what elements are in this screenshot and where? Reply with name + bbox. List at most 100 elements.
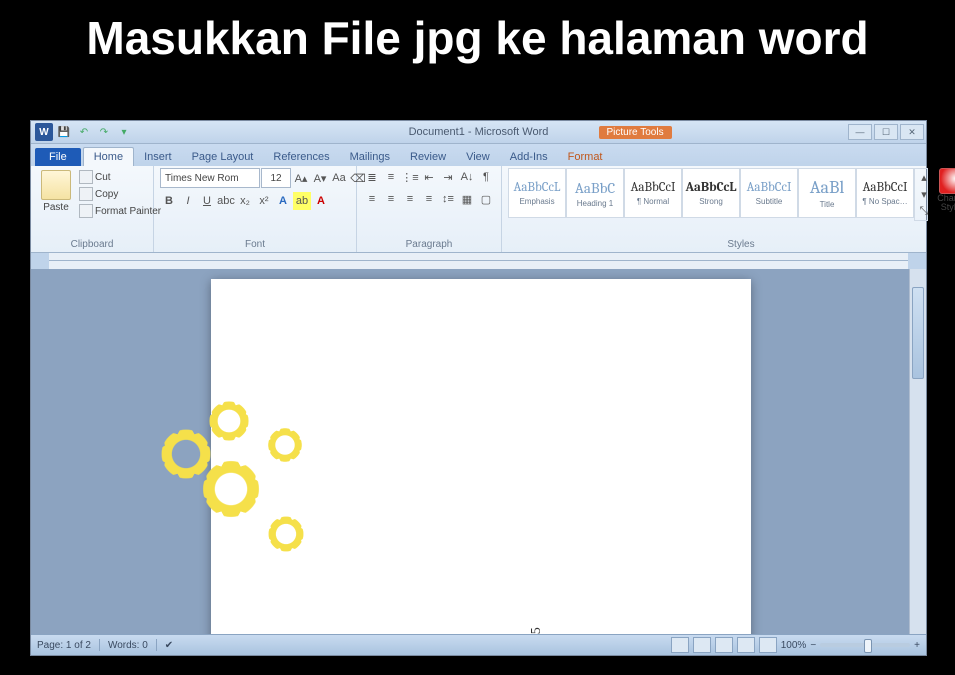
- view-draft-icon[interactable]: [759, 637, 777, 653]
- styles-row-down-icon[interactable]: ▾: [915, 186, 933, 203]
- tab-insert[interactable]: Insert: [134, 148, 182, 166]
- tab-view[interactable]: View: [456, 148, 500, 166]
- group-paragraph-label: Paragraph: [363, 238, 495, 250]
- decorative-flowers: [141, 379, 321, 599]
- tab-review[interactable]: Review: [400, 148, 456, 166]
- format-painter-button[interactable]: Format Painter: [79, 204, 161, 218]
- bullets-icon[interactable]: ≣: [363, 168, 381, 186]
- paste-label: Paste: [43, 202, 69, 213]
- style-title[interactable]: AaBlTitle: [798, 168, 856, 218]
- paste-button[interactable]: Paste: [37, 168, 75, 215]
- style-nospacing[interactable]: AaBbCcI¶ No Spac…: [856, 168, 914, 218]
- decrease-indent-icon[interactable]: ⇤: [420, 168, 438, 186]
- slide-title: Masukkan File jpg ke halaman word: [0, 0, 955, 71]
- document-title: Document1 - Microsoft Word: [31, 126, 926, 138]
- group-styles-label: Styles: [508, 238, 955, 250]
- cut-label: Cut: [95, 172, 111, 183]
- close-button[interactable]: ✕: [900, 124, 924, 140]
- styles-row-up-icon[interactable]: ▴: [915, 169, 933, 186]
- horizontal-ruler[interactable]: [49, 253, 908, 270]
- zoom-slider[interactable]: [820, 643, 910, 647]
- sort-icon[interactable]: A↓: [458, 168, 476, 186]
- group-clipboard-label: Clipboard: [37, 238, 147, 250]
- font-size-select[interactable]: 12: [261, 168, 291, 188]
- qat-customize-icon[interactable]: ▾: [115, 123, 133, 141]
- style-subtitle[interactable]: AaBbCcISubtitle: [740, 168, 798, 218]
- qat-save-icon[interactable]: 💾: [55, 123, 73, 141]
- line-spacing-icon[interactable]: ↕≡: [439, 190, 457, 208]
- tab-addins[interactable]: Add-Ins: [500, 148, 558, 166]
- copy-label: Copy: [95, 189, 118, 200]
- qat-redo-icon[interactable]: ↷: [95, 123, 113, 141]
- tab-home[interactable]: Home: [83, 147, 134, 166]
- multilevel-icon[interactable]: ⋮≡: [401, 168, 419, 186]
- view-fullscreen-icon[interactable]: [693, 637, 711, 653]
- style-heading1[interactable]: AaBbCHeading 1: [566, 168, 624, 218]
- minimize-button[interactable]: —: [848, 124, 872, 140]
- shrink-font-icon[interactable]: A▾: [311, 169, 329, 187]
- word-icon[interactable]: W: [35, 123, 53, 141]
- vertical-scrollbar[interactable]: [909, 269, 926, 635]
- align-right-icon[interactable]: ≡: [401, 190, 419, 208]
- status-page[interactable]: Page: 1 of 2: [37, 640, 91, 651]
- change-styles-label: Change Styles: [932, 194, 955, 212]
- align-center-icon[interactable]: ≡: [382, 190, 400, 208]
- style-normal[interactable]: AaBbCcI¶ Normal: [624, 168, 682, 218]
- file-tab[interactable]: File: [35, 148, 81, 166]
- zoom-knob[interactable]: [864, 639, 872, 653]
- zoom-in-icon[interactable]: +: [914, 640, 920, 651]
- grow-font-icon[interactable]: A▴: [292, 169, 310, 187]
- view-outline-icon[interactable]: [737, 637, 755, 653]
- view-print-layout-icon[interactable]: [671, 637, 689, 653]
- numbering-icon[interactable]: ≡: [382, 168, 400, 186]
- styles-gallery-icon[interactable]: ⤡: [915, 203, 933, 220]
- change-case-icon[interactable]: Aa: [330, 169, 348, 187]
- titlebar: W 💾 ↶ ↷ ▾ Document1 - Microsoft Word Pic…: [31, 121, 926, 144]
- tab-references[interactable]: References: [263, 148, 339, 166]
- status-proofing-icon[interactable]: ✔: [165, 640, 173, 651]
- maximize-button[interactable]: ☐: [874, 124, 898, 140]
- style-emphasis[interactable]: AaBbCcLEmphasis: [508, 168, 566, 218]
- underline-icon[interactable]: U: [198, 192, 216, 210]
- qat-undo-icon[interactable]: ↶: [75, 123, 93, 141]
- cut-button[interactable]: Cut: [79, 170, 161, 184]
- style-strong[interactable]: AaBbCcLStrong: [682, 168, 740, 218]
- page[interactable]: JAMBI Sharia EXPO2015 ifikat pada ERTA T…: [211, 279, 751, 635]
- italic-icon[interactable]: I: [179, 192, 197, 210]
- change-styles-icon: [939, 168, 955, 194]
- scrollbar-thumb[interactable]: [912, 287, 924, 379]
- font-name-select[interactable]: Times New Rom: [160, 168, 260, 188]
- subscript-icon[interactable]: x₂: [236, 192, 254, 210]
- group-styles: AaBbCcLEmphasis AaBbCHeading 1 AaBbCcI¶ …: [502, 166, 955, 252]
- format-painter-icon: [79, 204, 93, 218]
- show-marks-icon[interactable]: ¶: [477, 168, 495, 186]
- superscript-icon[interactable]: x²: [255, 192, 273, 210]
- tab-page-layout[interactable]: Page Layout: [182, 148, 264, 166]
- bold-icon[interactable]: B: [160, 192, 178, 210]
- view-web-icon[interactable]: [715, 637, 733, 653]
- certificate-image[interactable]: JAMBI Sharia EXPO2015 ifikat pada ERTA T…: [131, 359, 831, 635]
- document-area[interactable]: JAMBI Sharia EXPO2015 ifikat pada ERTA T…: [31, 269, 926, 635]
- tab-format[interactable]: Format: [558, 148, 613, 166]
- strike-icon[interactable]: abc: [217, 192, 235, 210]
- status-words[interactable]: Words: 0: [108, 640, 148, 651]
- quick-access-toolbar: W 💾 ↶ ↷ ▾: [31, 123, 137, 141]
- text-effects-icon[interactable]: A: [274, 192, 292, 210]
- increase-indent-icon[interactable]: ⇥: [439, 168, 457, 186]
- ribbon-tabs: File Home Insert Page Layout References …: [31, 144, 926, 166]
- group-clipboard: Paste Cut Copy Format Painter Clipboard: [31, 166, 154, 252]
- zoom-level[interactable]: 100%: [781, 640, 807, 651]
- font-color-icon[interactable]: A: [312, 192, 330, 210]
- borders-icon[interactable]: ▢: [477, 190, 495, 208]
- paste-icon: [41, 170, 71, 200]
- copy-button[interactable]: Copy: [79, 187, 161, 201]
- tab-mailings[interactable]: Mailings: [340, 148, 400, 166]
- justify-icon[interactable]: ≡: [420, 190, 438, 208]
- align-left-icon[interactable]: ≡: [363, 190, 381, 208]
- shading-icon[interactable]: ▦: [458, 190, 476, 208]
- change-styles-button[interactable]: Change Styles: [932, 168, 955, 212]
- cut-icon: [79, 170, 93, 184]
- zoom-out-icon[interactable]: −: [810, 640, 816, 651]
- ribbon: Paste Cut Copy Format Painter Clipboard …: [31, 166, 926, 253]
- highlight-icon[interactable]: ab: [293, 192, 311, 210]
